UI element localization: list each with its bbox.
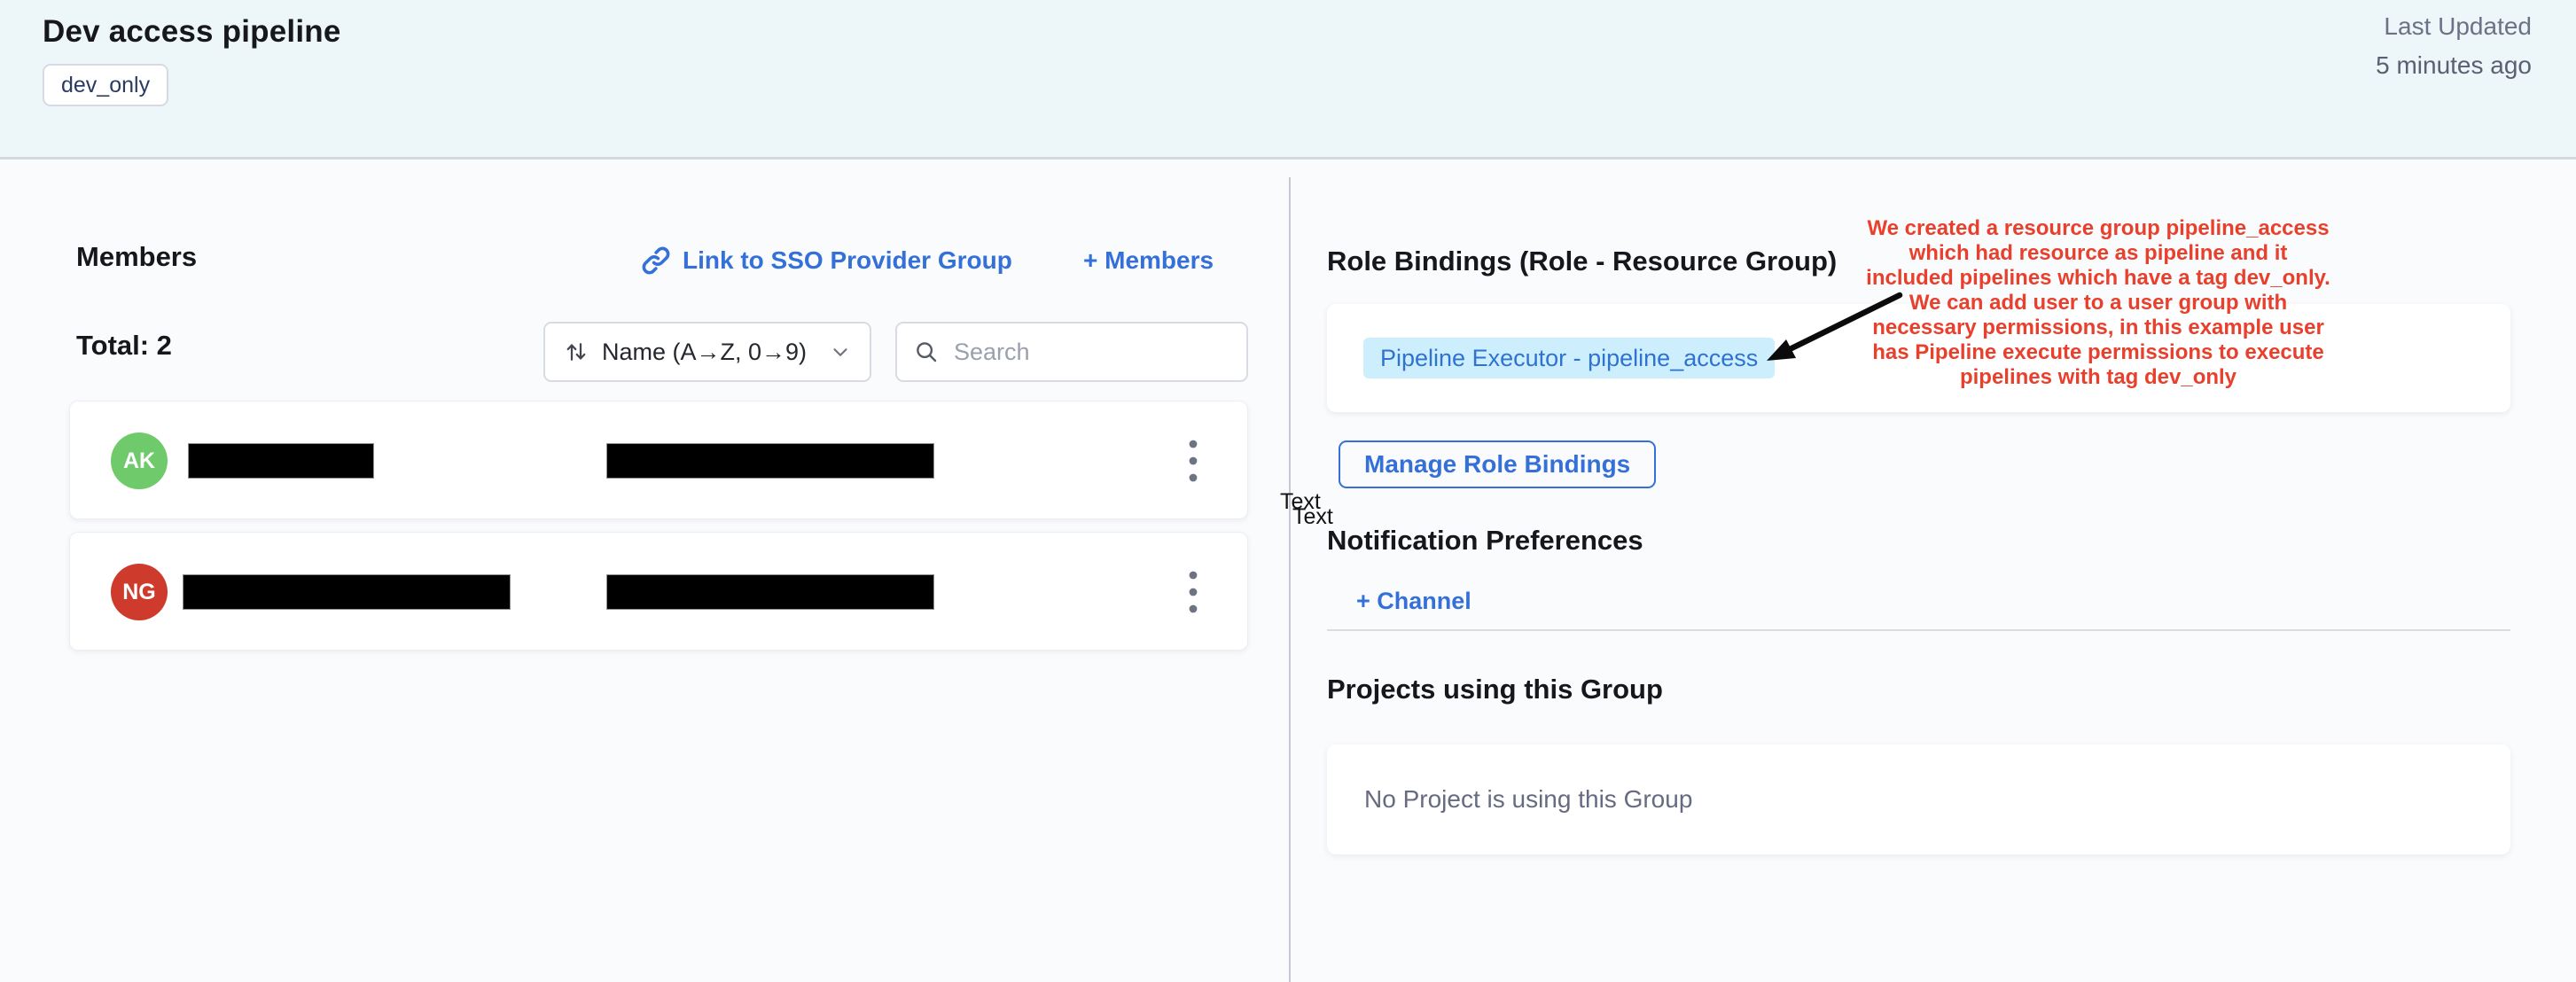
last-updated: Last Updated 5 minutes ago [2376,7,2532,85]
kebab-menu-icon [1187,566,1199,618]
members-section-title: Members [76,241,197,273]
member-search [895,322,1248,382]
sort-dropdown[interactable]: Name (A→Z, 0→9) [543,322,871,382]
add-members-button[interactable]: + Members [1083,246,1214,275]
page-title: Dev access pipeline [43,14,341,50]
projects-section-title: Projects using this Group [1327,674,1663,705]
projects-empty-card: No Project is using this Group [1327,744,2510,854]
kebab-menu-icon [1187,435,1199,487]
stray-text-label: Text [1292,504,1333,530]
avatar: AK [111,433,168,489]
annotation-note: We created a resource group pipeline_acc… [1842,216,2354,390]
members-total: Total: 2 [76,330,172,362]
link-to-sso-provider-group-button[interactable]: Link to SSO Provider Group [640,245,1012,277]
chevron-down-icon [829,340,852,363]
sort-arrows-icon [563,339,589,365]
member-options-button[interactable] [1162,561,1224,623]
member-email-redacted [607,575,933,609]
role-bindings-section-title: Role Bindings (Role - Resource Group) [1327,246,1837,277]
link-icon [640,245,672,277]
section-divider [1327,629,2510,631]
group-tag-chip: dev_only [43,64,168,106]
last-updated-label: Last Updated [2376,7,2532,46]
member-email-redacted [607,444,933,478]
member-row: AK [69,401,1248,519]
last-updated-value: 5 minutes ago [2376,46,2532,85]
role-binding-chip: Pipeline Executor - pipeline_access [1363,338,1775,378]
avatar: NG [111,564,168,620]
manage-role-bindings-button[interactable]: Manage Role Bindings [1339,440,1656,488]
panel-divider [1289,177,1291,982]
projects-empty-message: No Project is using this Group [1364,785,1692,814]
member-name-redacted [189,444,373,478]
notification-preferences-title: Notification Preferences [1327,525,1643,557]
member-options-button[interactable] [1162,430,1224,492]
search-input[interactable] [952,338,1230,367]
add-channel-button[interactable]: + Channel [1356,588,1471,615]
member-row: NG [69,532,1248,651]
member-name-redacted [183,575,510,609]
search-icon [913,339,940,365]
sso-link-label: Link to SSO Provider Group [683,246,1012,275]
sort-selected-option: Name (A→Z, 0→9) [602,339,816,366]
page-header: Dev access pipeline dev_only Last Update… [0,0,2576,160]
